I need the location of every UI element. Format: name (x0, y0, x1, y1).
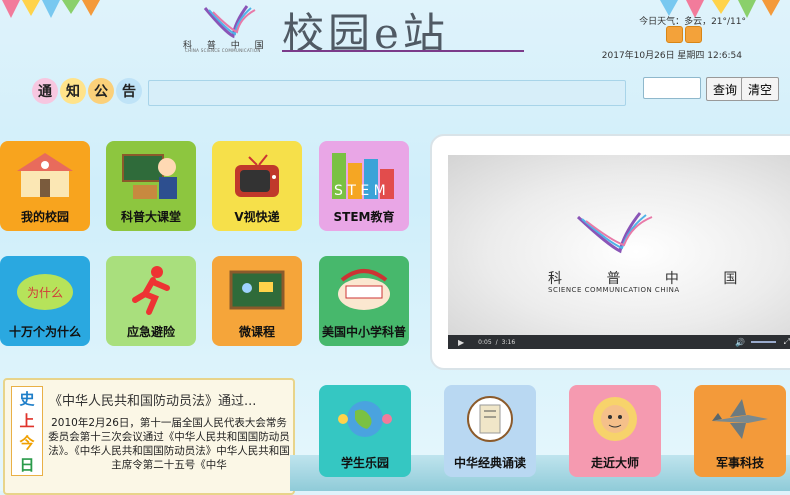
fighter-jet-icon (712, 399, 768, 439)
badge-char: 上 (19, 411, 35, 430)
svg-text:S T E M: S T E M (334, 183, 386, 199)
cloudy-sun-icon (685, 26, 702, 43)
tile-label: 美国中小学科普 (321, 325, 406, 339)
history-badge: 史 上 今 日 (11, 386, 43, 476)
tile-science-class[interactable]: 科普大课堂 (106, 141, 196, 231)
notice-marquee[interactable] (148, 80, 626, 106)
tile-label: 学生乐园 (340, 456, 389, 470)
notice-char: 知 (60, 78, 86, 104)
notice-label: 通 知 公 告 (32, 78, 142, 108)
svg-text:为什么: 为什么 (27, 286, 63, 300)
badge-char: 史 (19, 389, 35, 408)
tile-stem[interactable]: S T E M STEM教育 (319, 141, 409, 231)
tile-classic-reading[interactable]: 中华经典诵读 (444, 385, 536, 477)
tile-emergency[interactable]: 应急避险 (106, 256, 196, 346)
tile-label: V视快递 (234, 210, 280, 224)
retro-tv-icon (235, 154, 279, 197)
tile-label: STEM教育 (333, 210, 395, 224)
tile-label: 我的校园 (20, 210, 69, 224)
query-button[interactable]: 查询 (706, 77, 744, 101)
notice-char: 公 (88, 78, 114, 104)
chalkboard-icon (229, 270, 285, 310)
logo-text-en: CHINA SCIENCE COMMUNICATION (185, 48, 261, 53)
tile-label: 十万个为什么 (8, 325, 81, 339)
video-controls: ▶ 0:05 / 3:16 🔊 ⤢ (448, 335, 790, 349)
science-hat-icon (338, 269, 390, 310)
history-body: 2010年2月26日，第十一届全国人民代表大会常务委员会第十三次会议通过《中华人… (48, 417, 290, 471)
video-logo-cn: 科 普 中 国 (548, 271, 758, 287)
tile-label: 应急避险 (126, 325, 175, 339)
weather-icons (666, 26, 704, 47)
tile-military-tech[interactable]: 军事科技 (694, 385, 786, 477)
globe-kids-icon (338, 401, 392, 437)
cloudy-sun-icon (666, 26, 683, 43)
volume-slider[interactable] (751, 341, 776, 343)
tile-my-campus[interactable]: 我的校园 (0, 141, 90, 231)
question-cloud-icon: 为什么 (17, 274, 73, 310)
title-underline (282, 50, 524, 52)
fullscreen-icon[interactable]: ⤢ (784, 337, 790, 347)
teacher-blackboard-icon (122, 154, 177, 199)
tile-v-video[interactable]: V视快递 (212, 141, 302, 231)
history-today-panel: 史 上 今 日 《中华人民共和国防动员法》通过... 2010年2月26日，第十… (3, 378, 295, 495)
tile-us-science[interactable]: 美国中小学科普 (319, 256, 409, 346)
time-total: 3:16 (501, 338, 516, 346)
notice-char: 通 (32, 78, 58, 104)
stem-blocks-icon: S T E M (332, 153, 394, 199)
classic-book-icon (467, 396, 513, 442)
kepu-video-logo (576, 212, 653, 254)
badge-char: 今 (19, 433, 35, 452)
tile-100k-why[interactable]: 为什么 十万个为什么 (0, 256, 90, 346)
tile-label: 军事科技 (715, 456, 764, 470)
tile-masters[interactable]: 走近大师 (569, 385, 661, 477)
video-player[interactable] (448, 155, 790, 349)
tile-micro-course[interactable]: 微课程 (212, 256, 302, 346)
running-man-icon (132, 266, 170, 315)
time-current: 0:05 (478, 338, 492, 346)
tile-label: 走近大师 (590, 456, 639, 470)
school-building-icon (17, 153, 73, 197)
notice-char: 告 (116, 78, 142, 104)
history-title[interactable]: 《中华人民共和国防动员法》通过... (49, 390, 289, 409)
play-icon[interactable]: ▶ (458, 338, 464, 347)
master-portrait-icon (593, 397, 637, 441)
tile-student-park[interactable]: 学生乐园 (319, 385, 411, 477)
video-logo-en: SCIENCE COMMUNICATION CHINA (548, 286, 680, 294)
bunting-left (0, 0, 110, 40)
clear-button[interactable]: 清空 (741, 77, 779, 101)
tile-label: 科普大课堂 (120, 210, 181, 224)
datetime-text: 2017年10月26日 星期四 12:6:54 (601, 51, 742, 61)
volume-icon[interactable]: 🔊 (735, 338, 745, 347)
search-input[interactable] (643, 77, 701, 99)
tile-label: 微课程 (238, 325, 275, 339)
tile-label: 中华经典诵读 (453, 456, 526, 470)
badge-char: 日 (19, 455, 35, 474)
